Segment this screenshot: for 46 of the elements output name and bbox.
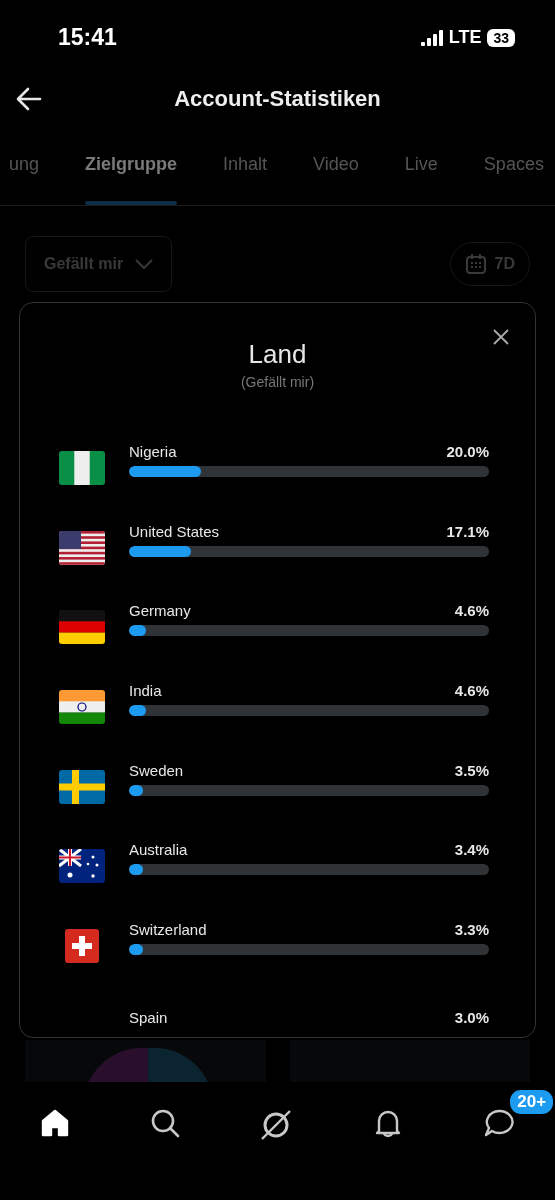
signal-icon (420, 29, 443, 46)
country-name: Sweden (129, 761, 184, 779)
country-name: Australia (129, 841, 188, 859)
page-title: Account-Statistiken (174, 86, 381, 112)
country-name: United States (129, 522, 220, 540)
percentage-value: 4.6% (454, 602, 489, 620)
flag-icon (58, 769, 105, 804)
calendar-icon (464, 253, 487, 275)
percentage-value: 3.0% (454, 1009, 489, 1027)
slashed-circle-icon[interactable] (259, 1108, 294, 1142)
tab[interactable]: ung (0, 123, 63, 205)
country-name: Spain (129, 1009, 168, 1027)
flag-icon (58, 689, 105, 724)
tab[interactable]: Video (290, 123, 382, 205)
flag-icon (58, 530, 105, 565)
tab[interactable]: Live (381, 123, 461, 205)
search-icon[interactable] (149, 1108, 180, 1138)
percentage-value: 3.3% (454, 920, 489, 938)
tab[interactable]: Inhalt (200, 123, 291, 205)
network-label: LTE (448, 27, 482, 48)
home-icon[interactable] (39, 1108, 70, 1138)
country-name: Germany (129, 602, 191, 620)
flag-icon (64, 928, 99, 963)
battery-level: 33 (487, 28, 515, 47)
back-arrow-icon[interactable] (16, 87, 42, 111)
percentage-value: 3.5% (454, 761, 489, 779)
notification-badge: 20+ (508, 1088, 555, 1116)
percentage-value: 17.1% (446, 522, 489, 540)
country-name: Nigeria (129, 442, 177, 460)
metric-dropdown[interactable]: Gefällt mir (25, 236, 173, 292)
chevron-down-icon (135, 259, 154, 269)
flag-icon (58, 450, 105, 485)
chat-bubble-icon[interactable] (483, 1108, 516, 1138)
dialog-title: Land (247, 339, 308, 370)
tab[interactable]: Spaces (460, 123, 555, 205)
country-name: India (129, 681, 162, 699)
percentage-value: 20.0% (446, 442, 489, 460)
percentage-value: 3.4% (454, 841, 489, 859)
flag-icon (58, 849, 105, 884)
percentage-value: 4.6% (454, 681, 489, 699)
close-icon[interactable] (493, 329, 509, 345)
flag-icon (58, 610, 105, 645)
dialog-subtitle: (Gefällt mir) (239, 374, 316, 390)
tab[interactable]: Zielgruppe (62, 123, 201, 205)
status-time: 15:41 (58, 24, 117, 51)
country-name: Switzerland (129, 920, 207, 938)
